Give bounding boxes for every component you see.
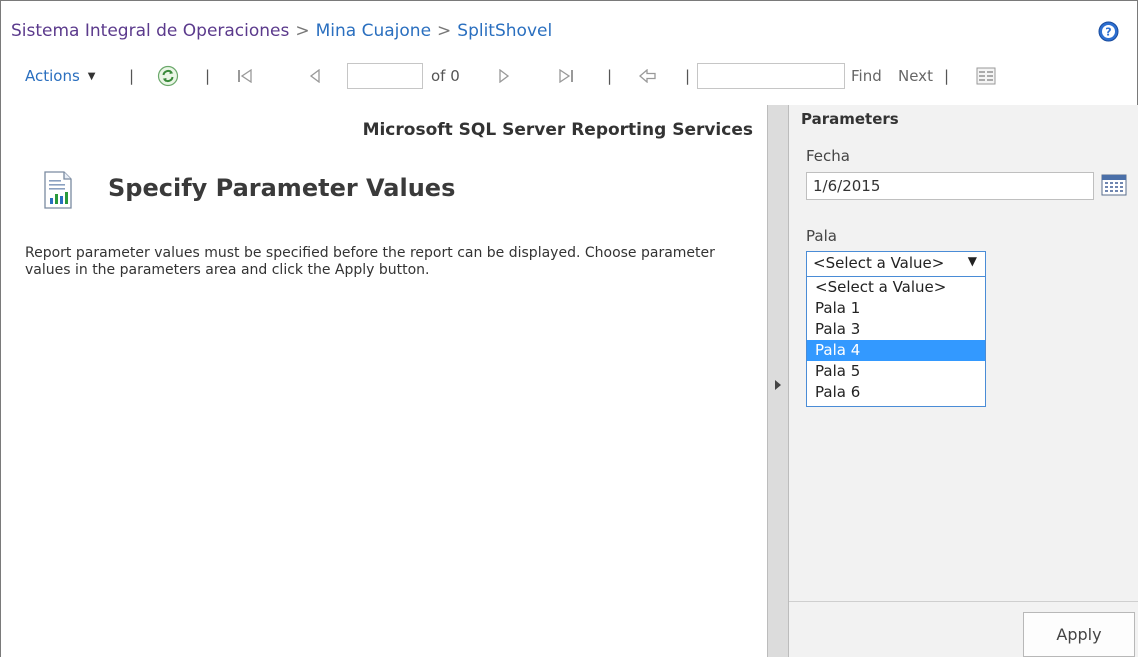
calendar-icon[interactable] xyxy=(1101,174,1127,196)
parameters-footer: Apply xyxy=(789,601,1138,657)
prev-page-icon[interactable] xyxy=(309,61,321,91)
pala-label: Pala xyxy=(806,227,837,245)
pala-option[interactable]: Pala 6 xyxy=(807,382,985,403)
report-viewer-frame: Sistema Integral de Operaciones > Mina Cua… xyxy=(0,0,1138,657)
report-doc-icon xyxy=(44,171,72,209)
first-page-icon[interactable] xyxy=(237,61,253,91)
find-next-button[interactable]: Next xyxy=(898,61,933,91)
dropdown-arrow-icon: ▼ xyxy=(967,254,977,268)
parameters-splitter[interactable] xyxy=(767,105,789,657)
parameters-header: Parameters xyxy=(801,110,899,128)
pala-option[interactable]: Pala 5 xyxy=(807,361,985,382)
next-page-icon[interactable] xyxy=(498,61,510,91)
breadcrumb-separator: > xyxy=(437,21,452,41)
fecha-input[interactable] xyxy=(806,172,1094,200)
chevron-down-icon: ▼ xyxy=(87,70,96,82)
svg-text:?: ? xyxy=(1105,26,1111,39)
instruction-text: Report parameter values must be specifie… xyxy=(25,245,715,278)
find-button[interactable]: Find xyxy=(851,61,882,91)
breadcrumb-item-sistema[interactable]: Sistema Integral de Operaciones xyxy=(11,21,289,41)
fecha-label: Fecha xyxy=(806,147,850,165)
pala-option-highlighted[interactable]: Pala 4 xyxy=(807,340,985,361)
breadcrumb: Sistema Integral de Operaciones > Mina Cua… xyxy=(11,20,552,42)
page-count-label: of 0 xyxy=(431,67,460,85)
actions-label: Actions xyxy=(25,67,80,85)
toolbar-divider: | xyxy=(129,67,135,85)
toolbar-divider: | xyxy=(607,67,613,85)
pala-option[interactable]: <Select a Value> xyxy=(807,277,985,298)
collapse-arrow-icon[interactable] xyxy=(775,380,781,390)
page-number-input[interactable] xyxy=(347,63,423,89)
report-toolbar: Actions ▼ | | of 0 | | Find Next | xyxy=(1,61,1138,91)
apply-button[interactable]: Apply xyxy=(1023,612,1135,657)
page-heading: Specify Parameter Values xyxy=(108,174,456,202)
pala-option[interactable]: Pala 3 xyxy=(807,319,985,340)
breadcrumb-item-mina[interactable]: Mina Cuajone xyxy=(316,21,431,41)
pala-option[interactable]: Pala 1 xyxy=(807,298,985,319)
find-input[interactable] xyxy=(697,63,845,89)
back-icon[interactable] xyxy=(639,61,657,91)
help-icon[interactable]: ? xyxy=(1098,21,1119,42)
refresh-icon[interactable] xyxy=(157,61,179,91)
document-map-icon[interactable] xyxy=(976,61,996,91)
actions-menu[interactable]: Actions ▼ xyxy=(25,61,96,91)
pala-select[interactable]: <Select a Value> ▼ xyxy=(806,251,986,277)
last-page-icon[interactable] xyxy=(558,61,574,91)
breadcrumb-item-splitshovel[interactable]: SplitShovel xyxy=(457,21,552,41)
parameters-panel: Parameters Fecha Pala <Select a Value> ▼… xyxy=(789,105,1138,657)
toolbar-divider: | xyxy=(944,67,950,85)
toolbar-divider: | xyxy=(685,67,691,85)
service-title: Microsoft SQL Server Reporting Services xyxy=(362,120,753,140)
toolbar-divider: | xyxy=(205,67,211,85)
breadcrumb-separator: > xyxy=(295,21,310,41)
pala-options-list: <Select a Value> Pala 1 Pala 3 Pala 4 Pa… xyxy=(806,277,986,407)
pala-selected-value: <Select a Value> xyxy=(813,254,945,272)
